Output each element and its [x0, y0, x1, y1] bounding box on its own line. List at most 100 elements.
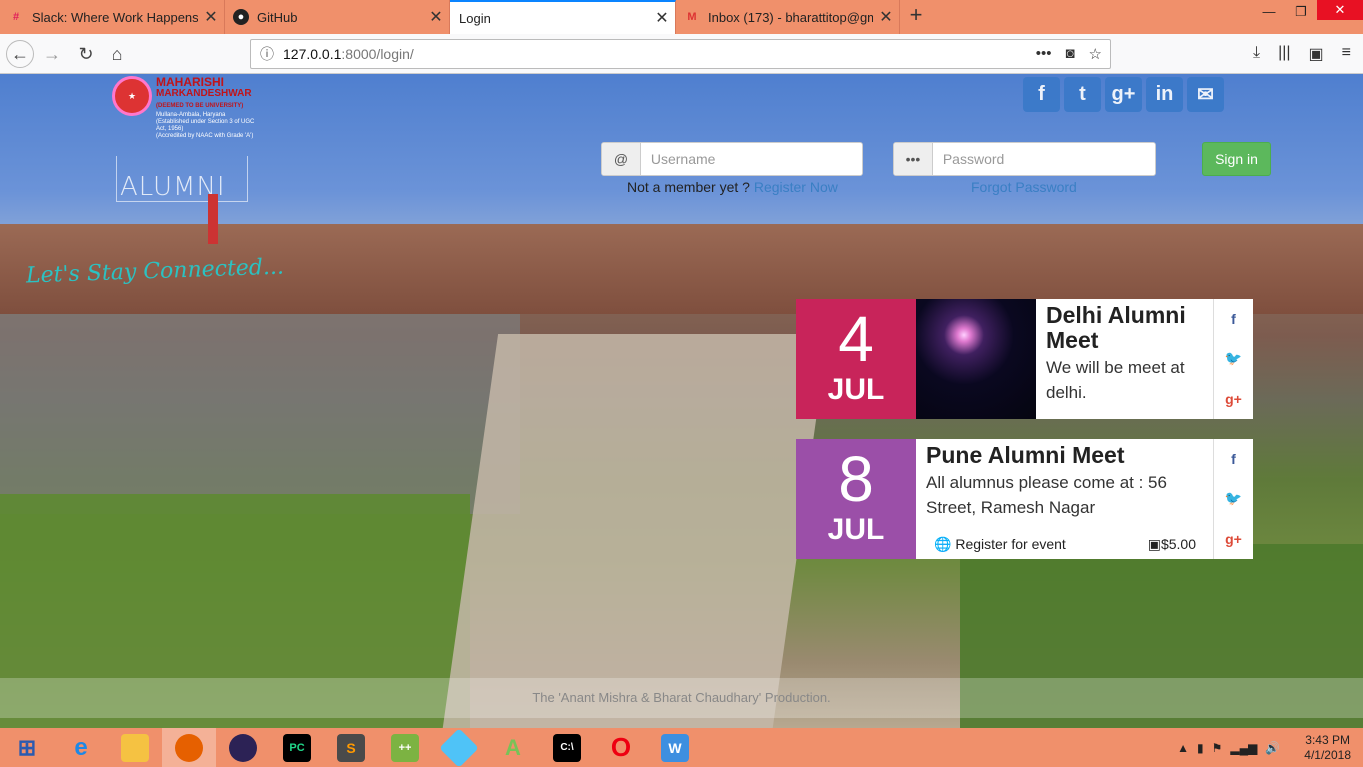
close-tab-icon[interactable]: ✕	[423, 7, 449, 27]
slack-icon: #	[12, 11, 20, 23]
library-icon[interactable]: |||	[1278, 44, 1290, 64]
system-tray: ▲ ▮ ⚑ ▂▄▆ 🔊 3:43 PM 4/1/2018	[1177, 728, 1363, 767]
event-price: ▣$5.00	[1147, 536, 1196, 552]
file-explorer-icon[interactable]	[108, 728, 162, 767]
github-icon: ●	[233, 9, 249, 25]
password-group: •••	[893, 142, 1156, 176]
pycharm-icon[interactable]: PC	[270, 728, 324, 767]
event-title: Delhi Alumni Meet	[1046, 302, 1186, 353]
facebook-share-icon[interactable]: f	[1231, 311, 1236, 327]
university-logo[interactable]: ★ MAHARISHI MARKANDESHWAR (DEEMED TO BE …	[112, 74, 254, 140]
logo-accredited: (Accredited by NAAC with Grade 'A')	[156, 133, 254, 139]
forward-arrow-icon[interactable]: →	[38, 40, 66, 68]
google-plus-share-icon[interactable]: g+	[1225, 391, 1242, 407]
event-description: All alumnus please come at : 56 Street, …	[926, 473, 1167, 517]
event-date: 8 JUL	[796, 439, 916, 559]
downloads-icon[interactable]: ⤓	[1253, 44, 1260, 64]
android-studio-icon[interactable]: A	[486, 728, 540, 767]
google-plus-icon[interactable]: g+	[1105, 77, 1142, 112]
twitter-icon[interactable]: t	[1064, 77, 1101, 112]
close-tab-icon[interactable]: ✕	[198, 7, 224, 27]
bookmark-star-icon[interactable]: ☆	[1089, 45, 1102, 63]
sublime-icon[interactable]: S	[324, 728, 378, 767]
logo-title-line2: MARKANDESHWAR	[156, 88, 252, 99]
username-group: @	[601, 142, 863, 176]
twitter-share-icon[interactable]: 🐦	[1225, 350, 1242, 367]
network-icon[interactable]: ▮	[1197, 741, 1204, 755]
facebook-share-icon[interactable]: f	[1231, 451, 1236, 467]
menu-icon[interactable]: ≡	[1342, 44, 1351, 64]
url-bar[interactable]: ⓘ 127.0.0.1:8000/login/ ••• ◙ ☆	[250, 39, 1111, 69]
minimize-icon[interactable]: —	[1253, 0, 1285, 24]
browser-tab-bar: # Slack: Where Work Happens ✕ ● GitHub ✕…	[0, 0, 1363, 34]
new-tab-button[interactable]: +	[904, 4, 928, 28]
email-icon[interactable]: ✉	[1187, 77, 1224, 112]
facebook-icon[interactable]: f	[1023, 77, 1060, 112]
event-share: f 🐦 g+	[1213, 299, 1253, 419]
tab-slack[interactable]: # Slack: Where Work Happens ✕	[0, 0, 225, 34]
windows-start-icon[interactable]: ⊞	[0, 728, 54, 767]
clock-time: 3:43 PM	[1305, 732, 1350, 747]
volume-icon[interactable]: 🔊	[1265, 741, 1280, 755]
sign-in-button[interactable]: Sign in	[1202, 142, 1271, 176]
register-for-event-link[interactable]: 🌐 Register for event	[934, 536, 1066, 553]
register-now-link[interactable]: Register Now	[754, 179, 838, 195]
tab-gmail[interactable]: M Inbox (173) - bharattitop@gma ✕	[676, 0, 900, 34]
firefox-icon[interactable]	[162, 728, 216, 767]
eclipse-icon[interactable]	[216, 728, 270, 767]
clock[interactable]: 3:43 PM 4/1/2018	[1304, 733, 1351, 763]
wifi-signal-icon[interactable]: ▂▄▆	[1230, 741, 1257, 755]
tab-github[interactable]: ● GitHub ✕	[225, 0, 450, 34]
info-icon[interactable]: ⓘ	[251, 44, 283, 64]
tab-label: Slack: Where Work Happens	[32, 9, 198, 25]
window-controls: — ❐ ✕	[1253, 0, 1363, 34]
opera-icon[interactable]: O	[594, 728, 648, 767]
at-icon: @	[602, 143, 641, 175]
chevron-up-icon[interactable]: ▲	[1177, 741, 1189, 755]
gmail-icon: M	[687, 11, 697, 23]
page-content: ★ MAHARISHI MARKANDESHWAR (DEEMED TO BE …	[0, 74, 1363, 728]
maximize-icon[interactable]: ❐	[1285, 0, 1317, 24]
reload-icon[interactable]: ↻	[72, 40, 100, 68]
not-member-text: Not a member yet ?	[627, 179, 750, 195]
tab-label: Inbox (173) - bharattitop@gma	[708, 9, 873, 25]
notepad-icon[interactable]: ++	[378, 728, 432, 767]
url-text[interactable]: 127.0.0.1:8000/login/	[283, 46, 414, 62]
password-input[interactable]	[932, 143, 1155, 175]
back-arrow-icon[interactable]: ←	[6, 40, 34, 68]
event-date: 4 JUL	[796, 299, 916, 419]
flag-icon[interactable]: ⚑	[1212, 741, 1223, 755]
social-links: f t g+ in ✉	[1023, 77, 1224, 112]
cmd-icon[interactable]: C:\	[540, 728, 594, 767]
google-plus-share-icon[interactable]: g+	[1225, 531, 1242, 547]
app-icon[interactable]	[432, 727, 486, 767]
tab-login[interactable]: Login ✕	[450, 0, 676, 34]
clock-date: 4/1/2018	[1304, 747, 1351, 762]
pocket-icon[interactable]: ◙	[1065, 45, 1074, 63]
linkedin-icon[interactable]: in	[1146, 77, 1183, 112]
browser-nav-bar: ← → ↻ ⌂ ⓘ 127.0.0.1:8000/login/ ••• ◙ ☆ …	[0, 34, 1363, 74]
home-icon[interactable]: ⌂	[103, 40, 131, 68]
event-day: 8	[838, 443, 874, 515]
internet-explorer-icon[interactable]: e	[54, 728, 108, 767]
forgot-password-link[interactable]: Forgot Password	[971, 179, 1077, 195]
close-tab-icon[interactable]: ✕	[873, 7, 899, 27]
close-tab-icon[interactable]: ✕	[649, 8, 675, 28]
page-actions-icon[interactable]: •••	[1036, 45, 1052, 63]
twitter-share-icon[interactable]: 🐦	[1225, 490, 1242, 507]
username-input[interactable]	[640, 143, 862, 175]
tower-icon	[208, 194, 218, 244]
footer-credit: The 'Anant Mishra & Bharat Chaudhary' Pr…	[0, 678, 1363, 718]
sidebar-icon[interactable]: ▣	[1309, 44, 1324, 64]
event-card-delhi[interactable]: 4 JUL Delhi Alumni Meet We will be meet …	[796, 299, 1253, 419]
logo-title-line1: MAHARISHI	[156, 75, 224, 89]
logo-established: (Established under Section 3 of UGC Act,…	[156, 119, 255, 132]
event-title: Pune Alumni Meet	[926, 442, 1125, 468]
logo-title-line3: (DEEMED TO BE UNIVERSITY)	[156, 103, 244, 109]
university-seal-icon: ★	[112, 76, 152, 116]
event-card-pune[interactable]: 8 JUL Pune Alumni Meet All alumnus pleas…	[796, 439, 1253, 559]
logo-location: Mullana-Ambala, Haryana	[156, 112, 226, 118]
windows-taskbar: ⊞ e PC S ++ A C:\ O W ▲ ▮ ⚑ ▂▄▆ 🔊 3:43 P…	[0, 727, 1363, 767]
close-window-icon[interactable]: ✕	[1317, 0, 1363, 20]
wps-icon[interactable]: W	[648, 728, 702, 767]
